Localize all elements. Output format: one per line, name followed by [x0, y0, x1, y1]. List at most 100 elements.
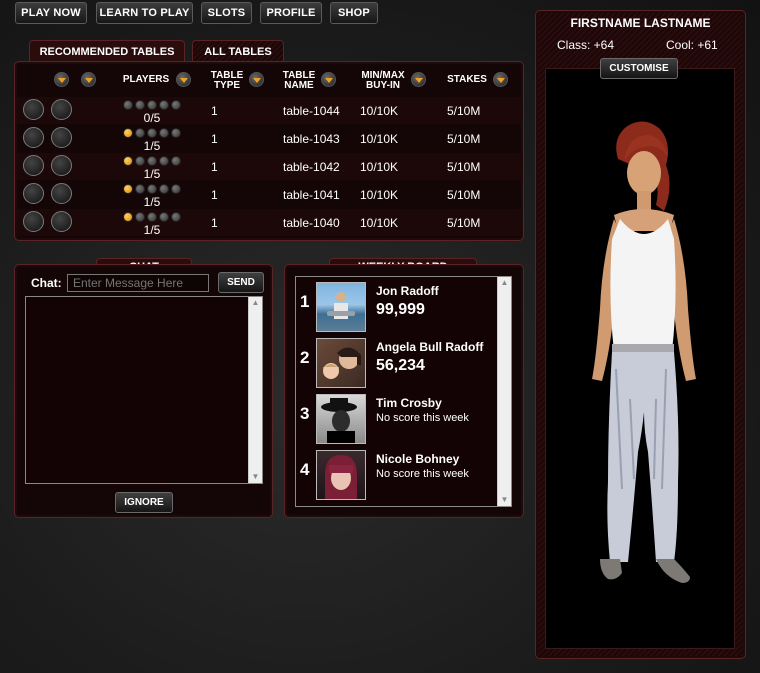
- players-count: 1/5: [143, 167, 161, 181]
- table-type-header-line2: TYPE: [213, 80, 241, 91]
- table-name: table-1043: [283, 132, 340, 146]
- seat-dot: [159, 128, 169, 138]
- profile-button[interactable]: PROFILE: [260, 2, 322, 24]
- seat-dot: [159, 212, 169, 222]
- avatar-viewport: [545, 68, 735, 649]
- two-faces-icon: [323, 347, 361, 379]
- leaderboard-scrollbar[interactable]: ▲ ▼: [497, 277, 511, 506]
- seat-dot: [135, 184, 145, 194]
- table-buyin: 10/10K: [360, 160, 399, 174]
- scroll-up-icon[interactable]: ▲: [498, 277, 511, 289]
- seat-dot: [147, 156, 157, 166]
- player-no-score: No score this week: [376, 468, 469, 480]
- customise-button[interactable]: CUSTOMISE: [600, 58, 678, 79]
- tables-view-icon[interactable]: [23, 183, 44, 204]
- table-type: 1: [211, 104, 218, 118]
- slots-button[interactable]: SLOTS: [201, 2, 252, 24]
- sort-stakes-icon[interactable]: [493, 72, 508, 87]
- player-photo: [316, 394, 366, 444]
- tables-view-icon[interactable]: [23, 155, 44, 176]
- profile-class: Class: +64: [557, 38, 615, 52]
- table-row[interactable]: 1/5 1 table-1040 10/10K 5/10M: [17, 209, 522, 237]
- avatar-figure-icon: [592, 121, 696, 583]
- tab-all-tables[interactable]: ALL TABLES: [192, 40, 284, 62]
- player-score: 99,999: [376, 301, 425, 318]
- seat-dot: [123, 100, 133, 110]
- seat-dot: [147, 212, 157, 222]
- table-stakes: 5/10M: [447, 160, 481, 174]
- play-now-button[interactable]: PLAY NOW: [15, 2, 87, 24]
- profile-cool: Cool: +61: [666, 38, 718, 52]
- table-name: table-1042: [283, 160, 340, 174]
- table-type: 1: [211, 188, 218, 202]
- seat-dot: [171, 128, 181, 138]
- table-name-header: TABLE NAME: [278, 71, 320, 91]
- table-type: 1: [211, 216, 218, 230]
- leaderboard-entry[interactable]: 4 Nicole Bohney No score this week: [300, 450, 496, 502]
- sort-filter-1-icon[interactable]: [54, 72, 69, 87]
- table-type-header: TABLE TYPE: [206, 71, 248, 91]
- scroll-up-icon[interactable]: ▲: [249, 297, 262, 309]
- sort-players-icon[interactable]: [176, 72, 191, 87]
- tables-view-icon[interactable]: [23, 127, 44, 148]
- chat-log[interactable]: [25, 296, 263, 484]
- leaderboard-entry[interactable]: 1 Jon Radoff 99,999: [300, 282, 496, 334]
- table-stakes: 5/10M: [447, 132, 481, 146]
- seat-dot: [123, 156, 133, 166]
- seat-dot: [159, 184, 169, 194]
- seat-dot: [135, 128, 145, 138]
- hot-table-icon[interactable]: [51, 211, 72, 232]
- table-name: table-1040: [283, 216, 340, 230]
- tab-recommended-tables[interactable]: RECOMMENDED TABLES: [29, 40, 185, 62]
- player-seat-dots: [123, 100, 181, 110]
- leaderboard-entry[interactable]: 3 Tim Crosby No score this week: [300, 394, 496, 446]
- players-count: 1/5: [143, 139, 161, 153]
- ignore-button[interactable]: IGNORE: [115, 492, 173, 513]
- poker-lobby: PLAY NOW LEARN TO PLAY SLOTS PROFILE SHO…: [0, 0, 760, 673]
- player-name: Angela Bull Radoff: [376, 340, 484, 354]
- scroll-down-icon[interactable]: ▼: [498, 494, 511, 506]
- table-row[interactable]: 1/5 1 table-1042 10/10K 5/10M: [17, 153, 522, 181]
- table-buyin: 10/10K: [360, 216, 399, 230]
- seat-dot: [159, 100, 169, 110]
- leaderboard-entry[interactable]: 2 Angela Bull Radoff 56,234: [300, 338, 496, 390]
- send-button[interactable]: SEND: [218, 272, 264, 293]
- scroll-down-icon[interactable]: ▼: [249, 471, 262, 483]
- sort-buyin-icon[interactable]: [411, 72, 426, 87]
- portrait-icon: [325, 455, 357, 499]
- table-row[interactable]: 1/5 1 table-1041 10/10K 5/10M: [17, 181, 522, 209]
- seat-dot: [135, 156, 145, 166]
- table-buyin: 10/10K: [360, 132, 399, 146]
- chat-scrollbar[interactable]: ▲ ▼: [248, 297, 262, 483]
- learn-to-play-button[interactable]: LEARN TO PLAY: [96, 2, 193, 24]
- table-row[interactable]: 0/5 1 table-1044 10/10K 5/10M: [17, 97, 522, 125]
- player-name: Tim Crosby: [376, 396, 442, 410]
- sort-filter-2-icon[interactable]: [81, 72, 96, 87]
- sort-table-name-icon[interactable]: [321, 72, 336, 87]
- shop-button[interactable]: SHOP: [330, 2, 378, 24]
- seat-dot: [123, 212, 133, 222]
- player-seat-dots: [123, 128, 181, 138]
- seat-dot: [171, 100, 181, 110]
- seat-dot: [171, 212, 181, 222]
- hot-table-icon[interactable]: [51, 155, 72, 176]
- stakes-header: STAKES: [447, 74, 487, 85]
- hat-portrait-icon: [321, 398, 357, 443]
- seat-dot: [135, 212, 145, 222]
- seat-dot: [123, 128, 133, 138]
- profile-name: FIRSTNAME LASTNAME: [570, 16, 711, 30]
- chat-message-input[interactable]: [67, 274, 209, 292]
- tables-view-icon[interactable]: [23, 211, 44, 232]
- hot-table-icon[interactable]: [51, 99, 72, 120]
- tables-view-icon[interactable]: [23, 99, 44, 120]
- table-name-header-line2: NAME: [284, 80, 314, 91]
- table-row[interactable]: 1/5 1 table-1043 10/10K 5/10M: [17, 125, 522, 153]
- sort-table-type-icon[interactable]: [249, 72, 264, 87]
- hot-table-icon[interactable]: [51, 127, 72, 148]
- player-photo: [316, 338, 366, 388]
- table-type: 1: [211, 132, 218, 146]
- seat-dot: [147, 128, 157, 138]
- seat-dot: [135, 100, 145, 110]
- hot-table-icon[interactable]: [51, 183, 72, 204]
- player-seat-dots: [123, 156, 181, 166]
